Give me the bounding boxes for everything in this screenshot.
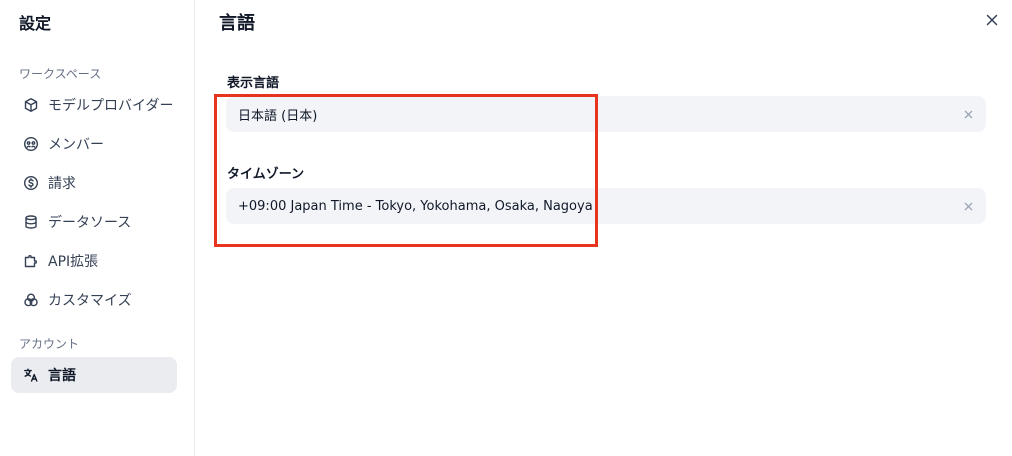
section-label-workspace: ワークスペース bbox=[19, 67, 102, 81]
clear-icon[interactable] bbox=[960, 106, 976, 122]
close-button[interactable] bbox=[982, 10, 1002, 30]
members-icon bbox=[23, 136, 39, 152]
sidebar-item-api-extension[interactable]: API拡張 bbox=[11, 243, 177, 279]
palette-circles-icon bbox=[23, 292, 39, 308]
sidebar-item-label: API拡張 bbox=[48, 254, 99, 270]
sidebar-item-label: メンバー bbox=[48, 137, 104, 153]
sidebar-item-label: データソース bbox=[48, 215, 132, 231]
puzzle-icon bbox=[23, 253, 39, 269]
sidebar-item-customize[interactable]: カスタマイズ bbox=[11, 282, 177, 318]
sidebar-item-label: 言語 bbox=[48, 368, 76, 384]
sidebar-item-label: モデルプロバイダー bbox=[48, 98, 174, 114]
database-icon bbox=[23, 214, 39, 230]
sidebar: 設定 ワークスペース モデルプロバイダー メンバー 請求 データソース API拡… bbox=[0, 0, 195, 456]
timezone-label: タイムゾーン bbox=[227, 167, 305, 182]
close-icon bbox=[986, 14, 998, 26]
sidebar-item-label: 請求 bbox=[48, 176, 76, 192]
cube-icon bbox=[23, 97, 39, 113]
section-label-account: アカウント bbox=[19, 337, 80, 351]
sidebar-item-members[interactable]: メンバー bbox=[11, 126, 177, 162]
timezone-select[interactable]: +09:00 Japan Time - Tokyo, Yokohama, Osa… bbox=[226, 188, 986, 224]
sidebar-item-model-provider[interactable]: モデルプロバイダー bbox=[11, 87, 177, 123]
sidebar-item-data-source[interactable]: データソース bbox=[11, 204, 177, 240]
clear-icon[interactable] bbox=[960, 198, 976, 214]
display-language-value: 日本語 (日本) bbox=[238, 108, 318, 124]
sidebar-title: 設定 bbox=[19, 14, 52, 33]
page-title: 言語 bbox=[219, 13, 255, 34]
settings-modal: 設定 ワークスペース モデルプロバイダー メンバー 請求 データソース API拡… bbox=[0, 0, 1012, 456]
display-language-label: 表示言語 bbox=[227, 76, 280, 91]
sidebar-item-billing[interactable]: 請求 bbox=[11, 165, 177, 201]
timezone-value: +09:00 Japan Time - Tokyo, Yokohama, Osa… bbox=[238, 198, 593, 214]
sidebar-item-label: カスタマイズ bbox=[48, 293, 132, 309]
dollar-circle-icon bbox=[23, 175, 39, 191]
sidebar-item-language[interactable]: 言語 bbox=[11, 357, 177, 393]
display-language-select[interactable]: 日本語 (日本) bbox=[226, 96, 986, 132]
translate-icon bbox=[23, 367, 39, 383]
